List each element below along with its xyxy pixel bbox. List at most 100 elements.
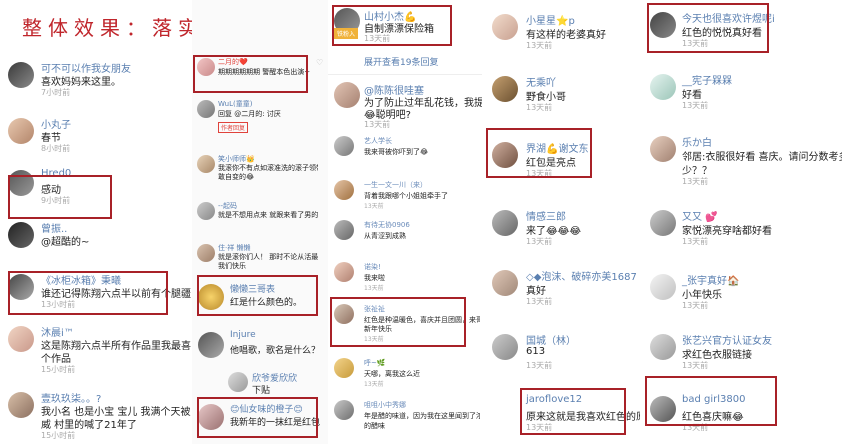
highlight-box [330, 297, 466, 347]
comment-username[interactable]: 乐か白 [682, 134, 712, 149]
comment-text: @超酷的~ [41, 237, 90, 248]
avatar[interactable] [8, 392, 34, 418]
comment-time: 13天前 [526, 237, 553, 246]
comment-username[interactable]: _张宇真好🏠 [682, 272, 739, 287]
avatar[interactable] [334, 220, 354, 240]
comment-username[interactable]: 小星星⭐p [526, 12, 575, 27]
avatar[interactable] [334, 180, 354, 200]
avatar[interactable] [197, 244, 215, 262]
comment-text: 就是不想用点来 就跟来看了男的 [218, 211, 318, 219]
comment-username[interactable]: 咀咀小中秀娜 [364, 400, 406, 410]
comment-text: 喜欢妈妈来这里。 [41, 77, 121, 88]
avatar[interactable] [650, 136, 676, 162]
comment-time: 13天前 [682, 101, 709, 110]
comment-text: 下贴 [252, 386, 271, 396]
highlight-box [197, 275, 318, 316]
comment-text: 邻居:衣服很好看 喜庆。请问分数考多 [682, 152, 842, 163]
comment-time: 13天前 [364, 203, 384, 210]
comment-time: 13天前 [526, 361, 553, 370]
comment-time: 13天前 [364, 120, 391, 129]
expand-replies-link[interactable]: 展开查看19条回复 [364, 55, 438, 68]
comment-username[interactable]: 情感三郎 [526, 208, 566, 223]
comment-time: 13天前 [682, 361, 709, 370]
comment-username[interactable]: 艺人学长 [364, 136, 392, 146]
comment-time: 13天前 [526, 297, 553, 306]
comment-text: 有这样的老婆真好 [526, 30, 606, 41]
comment-time: 15小时前 [41, 431, 76, 440]
highlight-box [645, 376, 777, 426]
like-icon[interactable]: ♡ [316, 58, 323, 67]
avatar[interactable] [334, 82, 360, 108]
avatar[interactable] [650, 74, 676, 100]
comment-time: 13天前 [526, 103, 553, 112]
avatar[interactable] [334, 136, 354, 156]
comment-time: 8小时前 [41, 144, 71, 153]
comment-username[interactable]: 诺染! [364, 262, 381, 272]
comment-text-cont: 我们快乐 [218, 262, 246, 270]
avatar[interactable] [492, 210, 518, 236]
highlight-box [193, 55, 308, 93]
comment-username[interactable]: 无乘吖 [526, 74, 556, 89]
avatar[interactable] [8, 62, 34, 88]
comment-text: 求红色衣服链接 [682, 350, 752, 361]
comment-username[interactable]: 又又 💕 [682, 208, 718, 223]
comment-username[interactable]: ◇◆泡沫、破碎亦美1687 [526, 268, 637, 283]
comment-time: 13天前 [364, 381, 384, 388]
avatar[interactable] [334, 358, 354, 378]
comment-time: 13天前 [682, 237, 709, 246]
comment-text: 真好 [526, 286, 546, 297]
comment-text: 年是醋的味道，因为我在这里闻到了浓 [364, 412, 480, 420]
comment-text-cont: 少？？ [682, 166, 712, 177]
avatar[interactable] [334, 262, 354, 282]
comment-username[interactable]: __宪子槑槑 [682, 72, 732, 87]
comment-column-1: 可不可以作我女朋友 喜欢妈妈来这里。 7小时前 小丸子 春节 8小时前 Hred… [0, 0, 192, 444]
avatar[interactable] [198, 332, 224, 358]
avatar[interactable] [228, 372, 248, 392]
comment-time: 13天前 [364, 285, 384, 292]
comment-username[interactable]: 呼~🌿 [364, 358, 386, 368]
avatar[interactable] [197, 202, 215, 220]
avatar[interactable] [197, 100, 215, 118]
comment-username[interactable]: 一生一文一川（来） [364, 180, 427, 190]
comment-time: 13天前 [682, 177, 709, 186]
comment-text-cont: 敢自变的😂 [218, 173, 255, 181]
comment-username[interactable]: 张艺兴官方认证女友 [682, 332, 772, 347]
comment-username[interactable]: Injure [230, 330, 256, 340]
avatar[interactable] [492, 14, 518, 40]
avatar[interactable] [492, 76, 518, 102]
avatar[interactable] [650, 274, 676, 300]
comment-username[interactable]: 有待无协0906 [364, 220, 410, 230]
highlight-box [486, 128, 592, 178]
comment-text-cont: 威 村里的喊了21年了 [41, 420, 137, 431]
comment-text-cont: 个作品 [41, 354, 71, 365]
comment-text: 好看 [682, 90, 702, 101]
avatar[interactable] [334, 400, 354, 420]
comment-text: 我来哥被你吓到了😂 [364, 148, 429, 156]
avatar[interactable] [650, 334, 676, 360]
comment-username[interactable]: WuL(童童) [218, 99, 252, 109]
comment-column-3: 铁粉入 山村小杰💪 自制漂漂保险箱 13天前 展开查看19条回复 @陈陈很哇塞 … [328, 0, 482, 444]
author-reply-badge: 作者回复 [218, 122, 249, 133]
avatar[interactable] [650, 210, 676, 236]
avatar[interactable] [8, 222, 34, 248]
comment-username[interactable]: 国城（林） [526, 332, 576, 347]
highlight-box [8, 271, 168, 315]
comment-text: 小年快乐 [682, 290, 722, 301]
comment-text: 来了😂😂😂 [526, 226, 582, 237]
avatar[interactable] [8, 118, 34, 144]
highlight-box [197, 397, 318, 438]
comment-text: 野食小哥 [526, 92, 566, 103]
highlight-box [647, 3, 769, 53]
comment-time: 13天前 [526, 41, 553, 50]
avatar[interactable] [8, 326, 34, 352]
highlight-box [8, 175, 112, 219]
comment-column-4: 小星星⭐p 有这样的老婆真好 13天前 无乘吖 野食小哥 13天前 界湖💪谢文东… [482, 0, 642, 444]
comment-time: 7小时前 [41, 88, 71, 97]
comment-time: 15小时前 [41, 365, 76, 374]
avatar[interactable] [492, 270, 518, 296]
comment-text: 春节 [41, 133, 61, 144]
avatar[interactable] [197, 155, 215, 173]
comment-text: 613 [526, 346, 546, 357]
avatar[interactable] [492, 334, 518, 360]
comment-text: 回复 @二月的: 讨厌 [218, 110, 281, 118]
